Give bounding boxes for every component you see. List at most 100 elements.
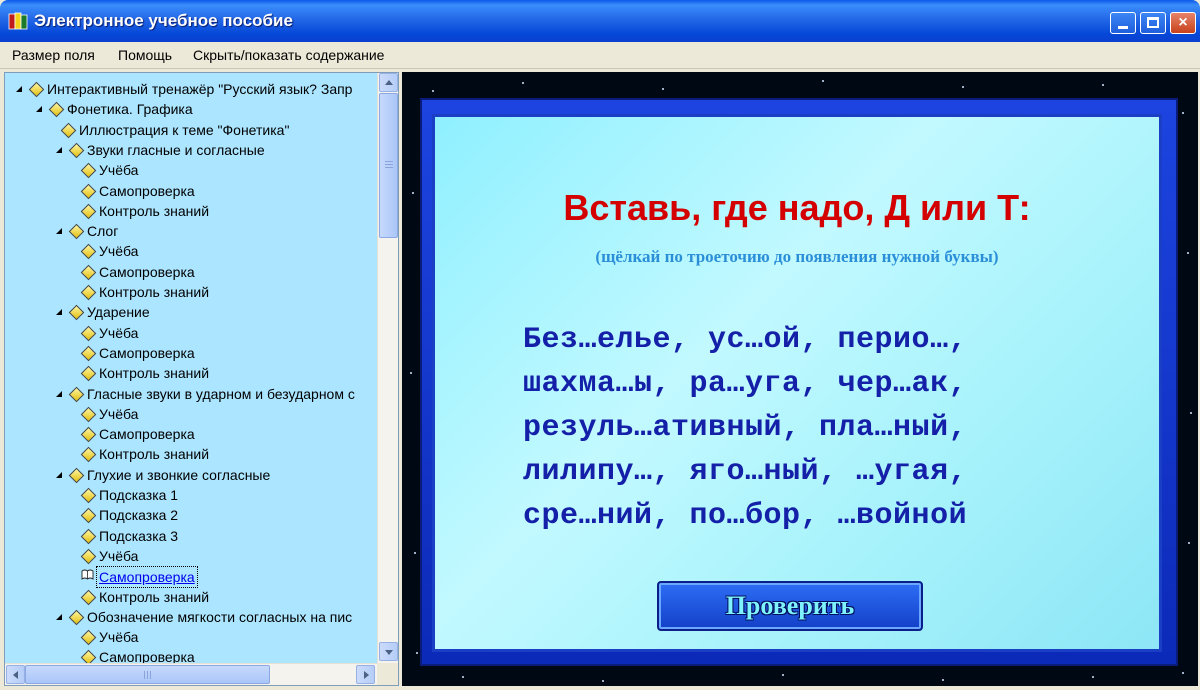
menu-help[interactable]: Помощь [118,47,172,63]
star-decoration [1102,84,1104,86]
tree-item-label: Иллюстрация к теме "Фонетика" [79,121,290,138]
tree-item[interactable]: Контроль знаний [5,201,377,221]
topic-bullet-icon [80,650,97,663]
tree-item-label: Самопроверка [99,344,195,361]
vertical-scrollbar[interactable] [377,73,398,663]
tree-item[interactable]: Учёба [5,546,377,566]
open-book-icon [81,569,94,581]
expand-toggle-icon[interactable] [55,613,63,621]
tree-item-selected[interactable]: Самопроверка [5,566,377,589]
scroll-left-button[interactable] [6,665,25,684]
star-decoration [962,86,964,88]
tree-item[interactable]: Контроль знаний [5,587,377,607]
tree-item[interactable]: Учёба [5,323,377,343]
tree-item[interactable]: Подсказка 1 [5,485,377,505]
tree-item[interactable]: Учёба [5,241,377,261]
maximize-button[interactable] [1140,12,1166,34]
star-decoration [1182,112,1184,114]
tree-item[interactable]: Иллюстрация к теме "Фонетика" [5,120,377,140]
tree-item-label: Контроль знаний [99,365,210,382]
tree-item[interactable]: Звуки гласные и согласные [5,140,377,160]
topic-bullet-icon [68,386,85,402]
tree-item[interactable]: Слог [5,221,377,241]
topic-bullet-icon [80,345,97,362]
vertical-scroll-thumb[interactable] [379,93,398,238]
star-decoration [410,372,412,374]
topic-bullet-icon [80,447,97,463]
expand-toggle-icon[interactable] [35,105,43,113]
topic-bullet-icon [80,264,97,280]
scroll-corner [377,663,398,685]
tree-item-label: Самопроверка [96,566,198,589]
exercise-title: Вставь, где надо, Д или Т: [563,187,1031,228]
tree-item-label: Контроль знаний [99,588,210,605]
tree-item[interactable]: Гласные звуки в ударном и безударном с [5,384,377,404]
topic-bullet-icon [80,244,97,260]
word-line-5[interactable]: сре…ний, по…бор, …войной [523,499,967,533]
tree-item[interactable]: Подсказка 2 [5,505,377,525]
check-button[interactable]: Проверить [657,581,923,631]
tree-item[interactable]: Самопроверка [5,647,377,663]
word-line-4[interactable]: лилипу…, яго…ный, …угая, [523,455,967,489]
tree-item[interactable]: Контроль знаний [5,363,377,383]
tree-item[interactable]: Глухие и звонкие согласные [5,465,377,485]
tree-item[interactable]: Учёба [5,404,377,424]
tree-item[interactable]: Подсказка 3 [5,526,377,546]
scroll-up-button[interactable] [379,73,398,92]
star-decoration [462,676,464,678]
topic-bullet-icon [68,305,85,321]
topic-bullet-icon [80,508,97,524]
topic-bullet-icon [80,325,97,341]
expand-toggle-icon[interactable] [55,471,63,479]
close-icon: × [1178,14,1188,31]
tree-item-label: Обозначение мягкости согласных на пис [87,608,353,625]
expand-toggle-icon[interactable] [55,390,63,398]
arrow-left-icon [13,671,18,679]
tree-item-label: Учёба [99,162,139,179]
tree-item-label: Подсказка 1 [99,487,179,503]
tree-item[interactable]: Интерактивный тренажёр "Русский язык? За… [5,79,377,99]
expand-toggle-icon[interactable] [55,308,63,316]
minimize-button[interactable] [1110,12,1136,34]
tree-item[interactable]: Самопроверка [5,181,377,201]
word-line-2[interactable]: шахма…ы, ра…уга, чер…ак, [523,367,967,401]
horizontal-scrollbar[interactable] [5,663,377,685]
horizontal-scroll-thumb[interactable] [25,665,270,684]
tree-item[interactable]: Самопроверка [5,343,377,363]
word-line-3[interactable]: резуль…ативный, пла…ный, [523,411,967,445]
expand-toggle-icon[interactable] [55,227,63,235]
tree-item[interactable]: Самопроверка [5,262,377,282]
tree-item-label: Самопроверка [99,182,195,199]
tree-item[interactable]: Ударение [5,302,377,322]
tree-item[interactable]: Обозначение мягкости согласных на пис [5,607,377,627]
scroll-right-button[interactable] [356,665,375,684]
star-decoration [416,652,418,654]
tree-item-label: Слог [87,223,119,240]
contents-tree[interactable]: Интерактивный тренажёр "Русский язык? За… [5,73,377,663]
word-line-1[interactable]: Без…елье, ус…ой, перио…, [523,323,967,357]
topic-bullet-icon [68,223,85,240]
minimize-icon [1118,26,1128,29]
expand-toggle-icon[interactable] [15,85,23,93]
scroll-down-button[interactable] [379,642,398,661]
app-icon [8,12,28,30]
menu-field-size[interactable]: Размер поля [12,47,95,63]
close-button[interactable]: × [1170,12,1196,34]
topic-bullet-icon [80,548,97,565]
tree-item[interactable]: Учёба [5,160,377,180]
tree-item[interactable]: Учёба [5,627,377,647]
tree-item-label: Контроль знаний [99,202,210,219]
menu-toggle-contents[interactable]: Скрыть/показать содержание [193,47,384,63]
exercise-hint: (щёлкай по троеточию до появления нужной… [595,247,999,266]
tree-item[interactable]: Контроль знаний [5,444,377,464]
tree-item-label: Самопроверка [99,649,195,663]
expand-toggle-icon[interactable] [55,146,63,154]
tree-item[interactable]: Контроль знаний [5,282,377,302]
tree-item-label: Учёба [99,324,139,341]
tree-item[interactable]: Фонетика. Графика [5,99,377,119]
topic-bullet-icon [80,487,97,504]
tree-item-label: Учёба [99,629,139,646]
tree-item[interactable]: Самопроверка [5,424,377,444]
star-decoration [522,82,524,84]
topic-bullet-icon [68,142,85,159]
